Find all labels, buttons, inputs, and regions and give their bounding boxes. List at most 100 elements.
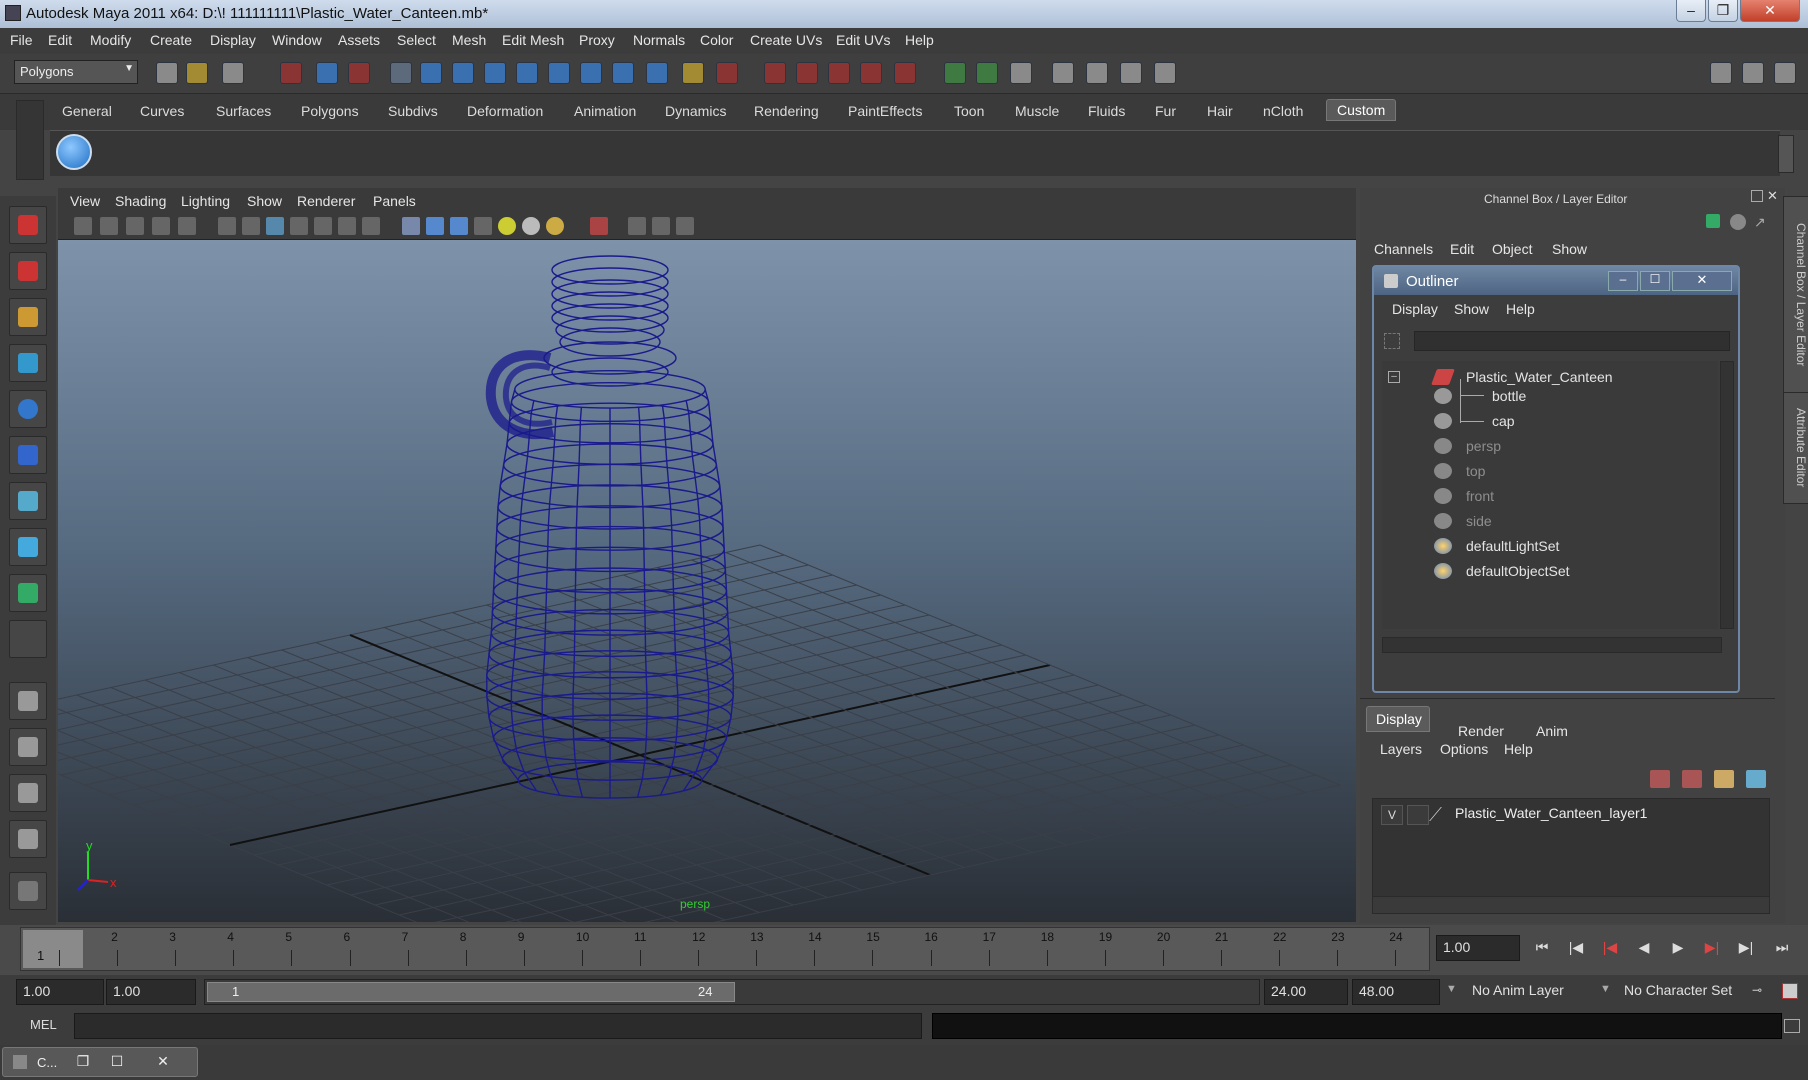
- le-menu-help[interactable]: Help: [1504, 741, 1533, 757]
- menu-create[interactable]: Create: [150, 32, 192, 48]
- manipulator-icon[interactable]: [1706, 214, 1720, 228]
- tab-curves[interactable]: Curves: [140, 103, 184, 119]
- move-layer-down-icon[interactable]: [1682, 770, 1702, 788]
- tab-animation[interactable]: Animation: [574, 103, 636, 119]
- tab-anim-layers[interactable]: Anim: [1536, 723, 1568, 739]
- persp-outliner-layout-icon[interactable]: [9, 774, 47, 812]
- outliner-search-input[interactable]: [1414, 331, 1730, 351]
- current-frame-marker[interactable]: [23, 930, 83, 968]
- tab-general[interactable]: General: [62, 103, 112, 119]
- range-slider-track[interactable]: 1 24: [204, 979, 1260, 1005]
- panel-layout-2-icon[interactable]: [1742, 62, 1764, 84]
- go-to-start-icon[interactable]: ⏮: [1530, 939, 1554, 959]
- cb-menu-object[interactable]: Object: [1492, 241, 1532, 257]
- safe-action-icon[interactable]: [338, 217, 356, 235]
- command-input[interactable]: [74, 1013, 922, 1039]
- wireframe-icon[interactable]: [402, 217, 420, 235]
- help-icon[interactable]: [646, 62, 668, 84]
- current-time-field[interactable]: 1.00: [1436, 935, 1520, 961]
- menu-mesh[interactable]: Mesh: [452, 32, 486, 48]
- new-layer-selected-icon[interactable]: [1746, 770, 1766, 788]
- gate-mask-icon[interactable]: [290, 217, 308, 235]
- grid-toggle-icon[interactable]: [218, 217, 236, 235]
- maximize-icon[interactable]: ☐: [107, 1053, 127, 1071]
- maximize-button[interactable]: ❐: [1708, 0, 1738, 22]
- lasso-tool-icon[interactable]: [9, 252, 47, 290]
- tab-attribute-editor-vertical[interactable]: Attribute Editor: [1783, 392, 1808, 504]
- shelf-scroll[interactable]: [1778, 135, 1794, 173]
- make-live-icon[interactable]: [548, 62, 570, 84]
- tab-deformation[interactable]: Deformation: [467, 103, 543, 119]
- no-lights-icon[interactable]: [546, 217, 564, 235]
- close-button[interactable]: ✕: [1740, 0, 1800, 22]
- vp-menu-show[interactable]: Show: [247, 193, 282, 209]
- menu-assets[interactable]: Assets: [338, 32, 380, 48]
- le-menu-options[interactable]: Options: [1440, 741, 1488, 757]
- vp-menu-view[interactable]: View: [70, 193, 100, 209]
- tab-hair[interactable]: Hair: [1207, 103, 1233, 119]
- outliner-item-bottle[interactable]: bottle: [1492, 388, 1526, 404]
- chevron-down-icon[interactable]: ▼: [1446, 983, 1457, 995]
- render-view-icon[interactable]: [894, 62, 916, 84]
- tab-display-layers[interactable]: Display: [1366, 706, 1430, 732]
- layer-visibility-toggle[interactable]: V: [1381, 805, 1403, 825]
- input-ops-icon[interactable]: [716, 62, 738, 84]
- outliner-item-default-object-set[interactable]: defaultObjectSet: [1466, 563, 1570, 579]
- outliner-toggle-icon[interactable]: [1154, 62, 1176, 84]
- outliner-item-front[interactable]: front: [1466, 488, 1494, 504]
- time-slider[interactable]: 1 2 3 4 5 6 7 8 9 10 11 12 13 14 15 16 17 18 19 20 21 22 23 24…: [0, 925, 1808, 975]
- layer-horizontal-scrollbar[interactable]: [1372, 896, 1770, 914]
- select-tool-icon[interactable]: [9, 206, 47, 244]
- vp-menu-renderer[interactable]: Renderer: [297, 193, 355, 209]
- outliner-menu-help[interactable]: Help: [1506, 301, 1535, 317]
- tool-settings-icon[interactable]: [1010, 62, 1032, 84]
- render-current-icon[interactable]: [764, 62, 786, 84]
- collapse-toggle-icon[interactable]: –: [1388, 371, 1400, 383]
- save-scene-icon[interactable]: [222, 62, 244, 84]
- film-gate-icon[interactable]: [242, 217, 260, 235]
- close-panel-icon[interactable]: ✕: [1767, 188, 1778, 204]
- menu-file[interactable]: File: [10, 32, 33, 48]
- menu-proxy[interactable]: Proxy: [579, 32, 615, 48]
- checkmark-icon[interactable]: [56, 134, 92, 170]
- textured-icon[interactable]: [474, 217, 492, 235]
- step-back-key-icon[interactable]: |◀: [1598, 939, 1622, 959]
- manipulator-tool-icon[interactable]: [9, 482, 47, 520]
- outliner-item-side[interactable]: side: [1466, 513, 1492, 529]
- history-icon[interactable]: [580, 62, 602, 84]
- panel-layout-icon[interactable]: [1710, 62, 1732, 84]
- camera-attributes-icon[interactable]: [100, 217, 118, 235]
- safe-title-icon[interactable]: [362, 217, 380, 235]
- menu-edit-uvs[interactable]: Edit UVs: [836, 32, 890, 48]
- restore-icon[interactable]: ❐: [73, 1053, 93, 1071]
- tab-custom[interactable]: Custom: [1326, 99, 1397, 121]
- sidebar-toggle-icon[interactable]: [944, 62, 966, 84]
- animation-start-field[interactable]: 1.00: [16, 979, 104, 1005]
- menu-window[interactable]: Window: [272, 32, 322, 48]
- last-tool-icon[interactable]: [9, 574, 47, 612]
- outliner-minimize-button[interactable]: –: [1608, 271, 1638, 291]
- isolate-select-icon[interactable]: [590, 217, 608, 235]
- tab-polygons[interactable]: Polygons: [301, 103, 359, 119]
- select-object-icon[interactable]: [316, 62, 338, 84]
- select-component-icon[interactable]: [348, 62, 370, 84]
- hyper-icon[interactable]: ↗: [1754, 214, 1770, 230]
- panel-layout-3-icon[interactable]: [1774, 62, 1796, 84]
- new-scene-icon[interactable]: [156, 62, 178, 84]
- close-icon[interactable]: ✕: [153, 1053, 173, 1071]
- scale-tool-icon[interactable]: [9, 436, 47, 474]
- filter-icon[interactable]: [1384, 333, 1400, 349]
- menu-select[interactable]: Select: [397, 32, 436, 48]
- xray-icon[interactable]: [628, 217, 646, 235]
- outliner-menu-display[interactable]: Display: [1392, 301, 1438, 317]
- menuset-dropdown[interactable]: Polygons ▼: [14, 60, 138, 84]
- attribute-editor-toggle-icon[interactable]: [976, 62, 998, 84]
- cb-menu-edit[interactable]: Edit: [1450, 241, 1474, 257]
- tab-ncloth[interactable]: nCloth: [1263, 103, 1303, 119]
- tab-surfaces[interactable]: Surfaces: [216, 103, 271, 119]
- paint-select-tool-icon[interactable]: [9, 298, 47, 336]
- menu-edit-mesh[interactable]: Edit Mesh: [502, 32, 564, 48]
- snap-point-icon[interactable]: [484, 62, 506, 84]
- menu-help[interactable]: Help: [905, 32, 934, 48]
- tab-toon[interactable]: Toon: [954, 103, 984, 119]
